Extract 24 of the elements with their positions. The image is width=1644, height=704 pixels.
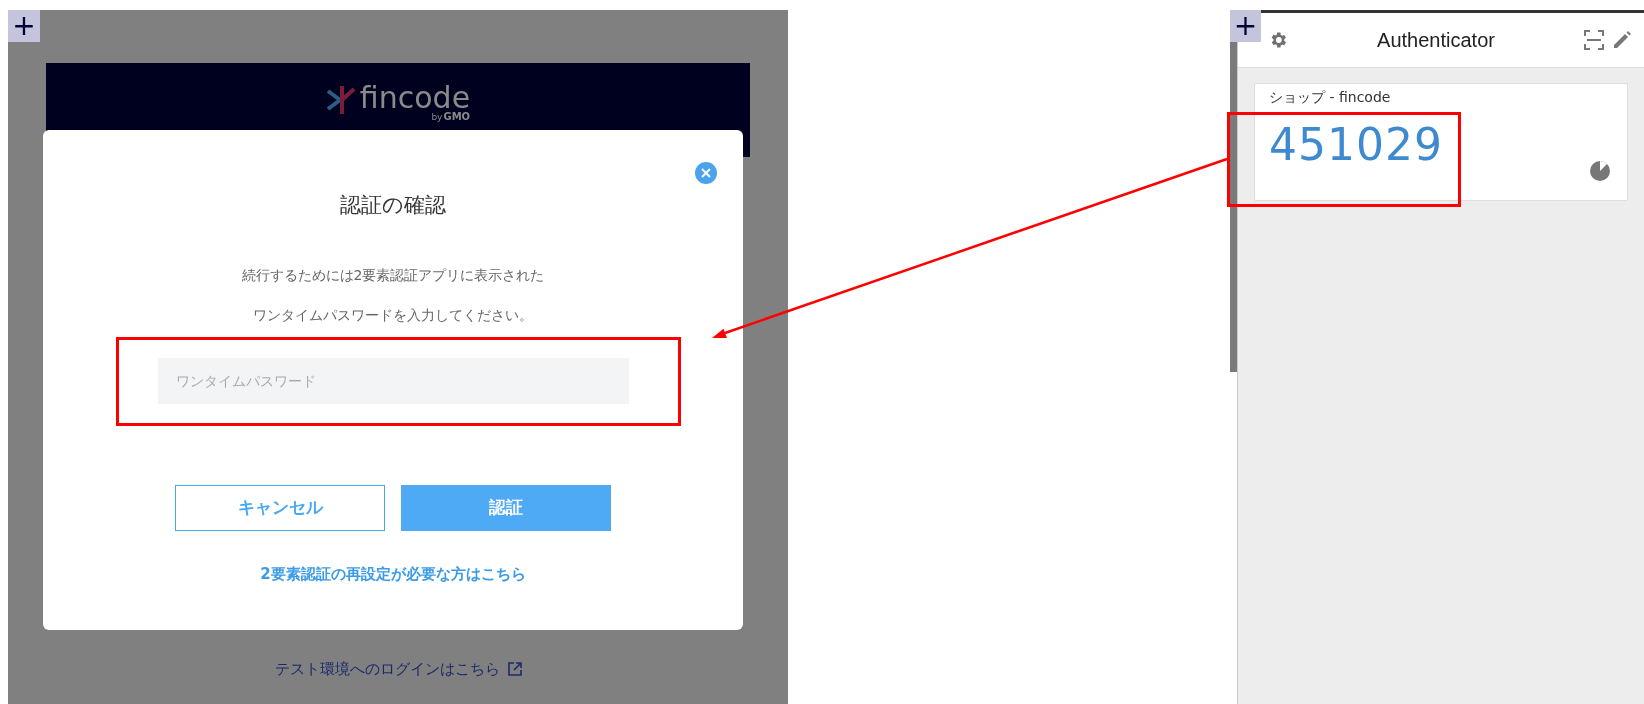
account-card[interactable]: ショップ - fincode 451029	[1254, 83, 1628, 201]
close-icon	[701, 168, 711, 178]
logo-byline: GMO	[443, 112, 471, 122]
verify-button[interactable]: 認証	[401, 484, 611, 531]
instruction-text: ワンタイムパスワードを入力してください。	[253, 305, 533, 325]
pencil-icon	[1612, 30, 1632, 50]
add-button[interactable]: +	[8, 10, 40, 42]
instruction-text: 続行するためには2要素認証アプリに表示された	[241, 265, 545, 285]
test-login-link[interactable]: テスト環境へのログインはこちら	[274, 658, 500, 681]
one-time-code: 451029	[1269, 118, 1443, 172]
cancel-button[interactable]: キャンセル	[175, 484, 385, 531]
logo-mark-icon	[325, 83, 356, 117]
timer-icon	[1589, 160, 1611, 182]
password-input[interactable]: ワンタイムパスワード	[157, 357, 629, 404]
add-button[interactable]: +	[1230, 10, 1261, 42]
app-title: Authenticator	[1376, 28, 1496, 53]
close-button[interactable]	[695, 162, 717, 184]
account-name: ショップ - fincode	[1269, 88, 1391, 106]
external-link-icon	[507, 662, 522, 677]
reset-link[interactable]: 2要素認証の再設定が必要な方はこちら	[260, 562, 526, 585]
scan-icon	[1584, 30, 1604, 50]
logo-text: fincode	[359, 83, 471, 113]
dialog-title: 認証の確認	[340, 192, 446, 219]
logo-byline-prefix: by	[431, 112, 443, 122]
